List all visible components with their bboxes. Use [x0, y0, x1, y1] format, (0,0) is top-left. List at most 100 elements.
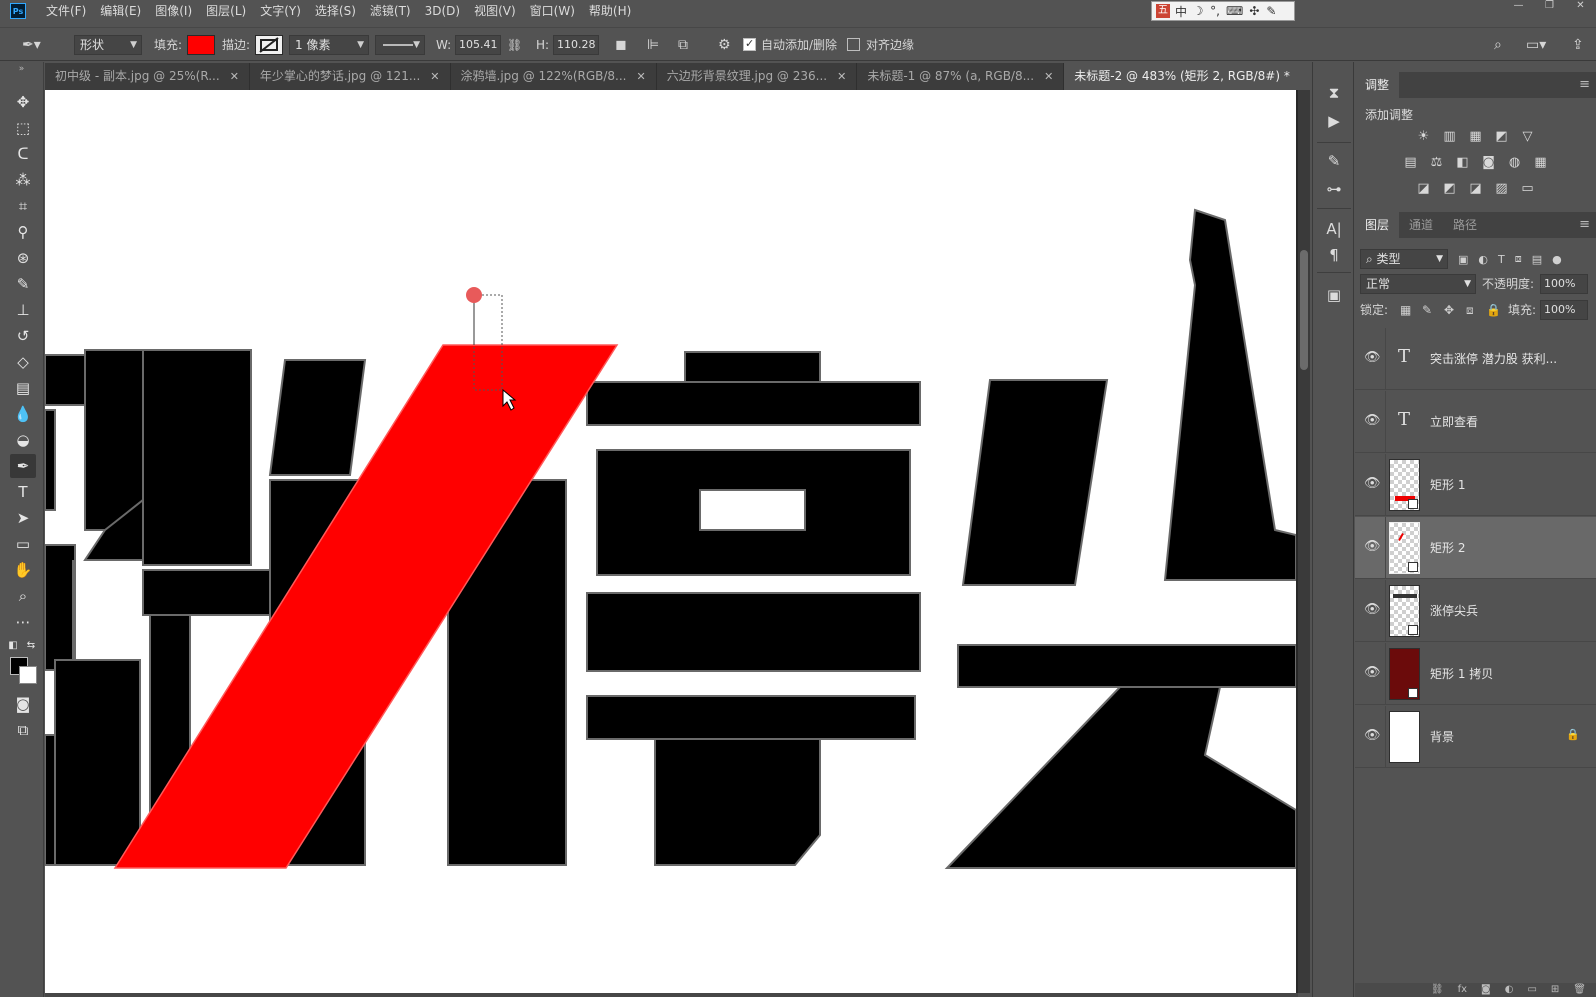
layer-row[interactable]: 👁 T 突击涨停 潜力股 获利... [1355, 328, 1596, 390]
layer-thumbnail[interactable] [1389, 522, 1420, 574]
ime-moon-icon[interactable]: ☽ [1192, 4, 1204, 18]
new-adjustment-icon[interactable]: ◐ [1505, 983, 1514, 997]
menu-type[interactable]: 文字(Y) [254, 0, 309, 22]
more-tools-icon[interactable]: ⋯ [10, 610, 36, 634]
lock-artboard-icon[interactable]: ⧈ [1466, 300, 1474, 320]
layer-name[interactable]: 突击涨停 潜力股 获利... [1430, 350, 1580, 367]
doc-tab[interactable]: 未标题-1 @ 87% (a, RGB/8... ✕ [857, 63, 1065, 90]
path-alignment-icon[interactable]: ⊫ [647, 35, 659, 55]
exposure-icon[interactable]: ◩ [1493, 128, 1511, 146]
brush-settings-icon[interactable]: ✎ [1323, 150, 1345, 172]
layer-kind-filter[interactable]: ⌕ 类型 ▼ [1360, 249, 1448, 269]
eye-icon[interactable]: 👁 [1364, 665, 1381, 681]
history-panel-icon[interactable]: ⧗ [1323, 82, 1345, 104]
eye-icon[interactable]: 👁 [1364, 728, 1381, 744]
dodge-tool-icon[interactable]: ◒ [10, 428, 36, 452]
panel-menu-icon[interactable]: ≡ [1579, 72, 1590, 98]
menu-3d[interactable]: 3D(D) [419, 0, 468, 22]
layer-row[interactable]: 👁 T 立即查看 [1355, 391, 1596, 453]
ime-settings-icon[interactable]: ✎ [1265, 4, 1277, 18]
menu-view[interactable]: 视图(V) [468, 0, 524, 22]
lasso-tool-icon[interactable]: ᑕ [10, 142, 36, 166]
new-group-icon[interactable]: ▭ [1527, 983, 1536, 997]
menu-help[interactable]: 帮助(H) [583, 0, 639, 22]
artwork[interactable] [45, 90, 1296, 993]
blend-mode-select[interactable]: 正常 ▼ [1360, 274, 1476, 294]
fill-input[interactable]: 100% [1540, 300, 1588, 320]
healing-brush-tool-icon[interactable]: ⊛ [10, 246, 36, 270]
document-canvas[interactable] [45, 90, 1296, 993]
lock-transparent-icon[interactable]: ▦ [1400, 300, 1411, 320]
restore-button[interactable]: ❐ [1534, 0, 1565, 14]
doc-tab[interactable]: 初中级 - 副本.jpg @ 25%(R... ✕ [45, 63, 250, 90]
stroke-type-select[interactable]: ▼ [375, 35, 425, 55]
brightness-icon[interactable]: ☀ [1415, 128, 1433, 146]
vertical-scrollbar[interactable] [1298, 90, 1310, 993]
panel-grip[interactable]: » [0, 62, 43, 78]
layer-style-icon[interactable]: fx [1458, 983, 1467, 997]
path-selection-tool-icon[interactable]: ➤ [10, 506, 36, 530]
lock-image-icon[interactable]: ✎ [1422, 300, 1432, 320]
layer-name[interactable]: 立即查看 [1430, 413, 1580, 430]
link-icon[interactable]: ⛓ [507, 35, 522, 55]
auto-add-delete-checkbox[interactable] [743, 37, 756, 51]
gradient-map-icon[interactable]: ▭ [1519, 180, 1537, 198]
path-operations-icon[interactable]: ◼ [615, 35, 627, 55]
menu-layer[interactable]: 图层(L) [200, 0, 254, 22]
color-balance-icon[interactable]: ⚖ [1428, 154, 1446, 172]
close-icon[interactable]: ✕ [637, 63, 646, 90]
crop-tool-icon[interactable]: ⌗ [10, 194, 36, 218]
history-brush-tool-icon[interactable]: ↺ [10, 324, 36, 348]
screen-mode-icon[interactable]: ⧉ [10, 718, 36, 742]
gradient-tool-icon[interactable]: ▤ [10, 376, 36, 400]
swap-colors-icon[interactable]: ⇆ [24, 634, 38, 658]
fill-color-swatch[interactable] [187, 35, 215, 55]
layer-thumbnail[interactable] [1389, 648, 1420, 700]
ime-keyboard-icon[interactable]: ⌨ [1226, 4, 1243, 18]
close-icon[interactable]: ✕ [837, 63, 846, 90]
layer-thumbnail[interactable] [1389, 585, 1420, 637]
doc-tab[interactable]: 涂鸦墙.jpg @ 122%(RGB/8... ✕ [451, 63, 657, 90]
new-layer-icon[interactable]: ⊞ [1551, 983, 1559, 997]
libraries-panel-icon[interactable]: ▣ [1323, 284, 1345, 306]
path-arrangement-icon[interactable]: ⧉ [678, 35, 688, 55]
default-colors-icon[interactable]: ◧ [6, 634, 20, 658]
doc-tab[interactable]: 六边形背景纹理.jpg @ 236... ✕ [657, 63, 858, 90]
levels-icon[interactable]: ▥ [1441, 128, 1459, 146]
menu-file[interactable]: 文件(F) [40, 0, 94, 22]
menu-image[interactable]: 图像(I) [149, 0, 200, 22]
layer-thumbnail[interactable] [1389, 459, 1420, 511]
eraser-tool-icon[interactable]: ◇ [10, 350, 36, 374]
eye-icon[interactable]: 👁 [1364, 476, 1381, 492]
layer-name[interactable]: 矩形 1 [1430, 476, 1580, 493]
posterize-icon[interactable]: ◩ [1441, 180, 1459, 198]
type-tool-icon[interactable]: T [10, 480, 36, 504]
doc-tab[interactable]: 年少掌心的梦话.jpg @ 121... ✕ [250, 63, 451, 90]
layer-row-selected[interactable]: 👁 矩形 2 [1355, 517, 1596, 579]
filter-pixel-icon[interactable]: ▣ [1458, 253, 1468, 266]
layer-row[interactable]: 👁 矩形 1 [1355, 454, 1596, 516]
threshold-icon[interactable]: ◪ [1467, 180, 1485, 198]
background-color-swatch[interactable] [19, 666, 37, 684]
channel-mixer-icon[interactable]: ◍ [1506, 154, 1524, 172]
marquee-tool-icon[interactable]: ⬚ [10, 116, 36, 140]
eye-icon[interactable]: 👁 [1364, 602, 1381, 618]
tab-adjustments[interactable]: 调整 [1355, 72, 1400, 98]
move-tool-icon[interactable]: ✥ [10, 90, 36, 114]
panel-menu-icon[interactable]: ≡ [1579, 212, 1590, 238]
menu-select[interactable]: 选择(S) [309, 0, 364, 22]
close-icon[interactable]: ✕ [430, 63, 439, 90]
minimize-button[interactable]: — [1503, 0, 1534, 14]
height-input[interactable]: 110.28 | [553, 35, 599, 55]
doc-tab-active[interactable]: 未标题-2 @ 483% (矩形 2, RGB/8#) *✕ [1064, 63, 1300, 90]
filter-adjustment-icon[interactable]: ◐ [1478, 253, 1488, 266]
ime-tools-icon[interactable]: ✣ [1248, 4, 1260, 18]
search-icon[interactable]: ⌕ [1494, 35, 1502, 55]
pen-tool-preset-icon[interactable]: ✒▾ [22, 35, 41, 55]
anchor-point-handle[interactable] [466, 287, 482, 303]
brush-presets-icon[interactable]: ⊶ [1323, 178, 1345, 200]
scrollbar-thumb[interactable] [1300, 250, 1308, 370]
tab-layers[interactable]: 图层 [1355, 212, 1400, 238]
zoom-tool-icon[interactable]: ⌕ [10, 584, 36, 608]
layer-name[interactable]: 涨停尖兵 [1430, 602, 1580, 619]
